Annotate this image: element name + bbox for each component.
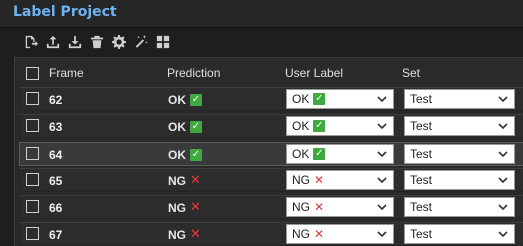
download-icon[interactable] — [66, 33, 84, 51]
user-label-value: NG — [292, 200, 310, 214]
table-row[interactable]: 64 OK ✓ OK ✓ Test — [19, 142, 523, 166]
set-dropdown[interactable]: Test — [404, 170, 515, 190]
row-checkbox[interactable] — [26, 173, 39, 186]
trash-icon[interactable] — [88, 33, 106, 51]
user-label-dropdown[interactable]: NG ✕ — [286, 170, 394, 190]
check-icon: ✓ — [313, 120, 326, 132]
set-dropdown[interactable]: Test — [404, 116, 515, 136]
check-icon: ✓ — [190, 121, 202, 133]
frame-number: 65 — [49, 174, 63, 188]
table-row[interactable]: 66 NG ✕ NG ✕ Test — [19, 195, 523, 219]
x-icon: ✕ — [314, 200, 325, 214]
window-title: Label Project — [13, 4, 117, 20]
prediction-cell: OK ✓ — [168, 120, 202, 134]
chevron-down-icon — [377, 201, 387, 211]
gear-icon[interactable] — [110, 33, 128, 51]
set-value: Test — [410, 92, 433, 106]
prediction-value: OK — [168, 148, 186, 162]
table-row[interactable]: 65 NG ✕ NG ✕ Test — [19, 168, 523, 192]
prediction-value: NG — [168, 201, 186, 215]
frame-number: 62 — [49, 93, 63, 107]
check-icon: ✓ — [313, 148, 326, 160]
row-checkbox[interactable] — [26, 119, 39, 132]
chevron-down-icon — [498, 120, 508, 130]
column-header-prediction: Prediction — [167, 66, 221, 80]
x-icon: ✕ — [314, 173, 325, 187]
prediction-value: OK — [168, 93, 186, 107]
set-value: Test — [410, 200, 433, 214]
row-checkbox[interactable] — [26, 147, 39, 160]
set-dropdown[interactable]: Test — [404, 144, 515, 164]
x-icon: ✕ — [190, 227, 201, 242]
x-icon: ✕ — [190, 173, 201, 188]
prediction-cell: NG ✕ — [168, 201, 201, 215]
export-file-icon[interactable] — [22, 33, 40, 51]
user-label-dropdown[interactable]: OK ✓ — [286, 144, 394, 164]
row-checkbox[interactable] — [26, 200, 39, 213]
user-label-value: OK — [292, 147, 310, 161]
x-icon: ✕ — [314, 227, 325, 241]
column-header-frame: Frame — [49, 66, 84, 80]
chevron-down-icon — [377, 93, 387, 103]
set-value: Test — [410, 147, 433, 161]
chevron-down-icon — [377, 174, 387, 184]
user-label-value: OK — [292, 92, 310, 106]
set-value: Test — [410, 227, 433, 241]
grid-icon[interactable] — [154, 33, 172, 51]
prediction-value: NG — [168, 174, 186, 188]
select-all-checkbox[interactable] — [26, 67, 39, 80]
user-label-dropdown[interactable]: OK ✓ — [286, 89, 394, 109]
user-label-dropdown[interactable]: NG ✕ — [286, 224, 394, 244]
user-label-value: OK — [292, 119, 310, 133]
prediction-cell: NG ✕ — [168, 228, 201, 242]
set-dropdown[interactable]: Test — [404, 224, 515, 244]
frame-number: 67 — [49, 228, 63, 242]
chevron-down-icon — [498, 201, 508, 211]
table-row[interactable]: 62 OK ✓ OK ✓ Test — [19, 87, 523, 111]
check-icon: ✓ — [190, 149, 202, 161]
frame-number: 64 — [49, 148, 63, 162]
label-table: Frame Prediction User Label Set 62 OK ✓ OK ✓… — [14, 57, 523, 246]
set-dropdown[interactable]: Test — [404, 89, 515, 109]
magic-wand-icon[interactable] — [132, 33, 150, 51]
user-label-dropdown[interactable]: NG ✕ — [286, 197, 394, 217]
frame-number: 63 — [49, 120, 63, 134]
chevron-down-icon — [498, 228, 508, 238]
set-dropdown[interactable]: Test — [404, 197, 515, 217]
frame-number: 66 — [49, 201, 63, 215]
set-value: Test — [410, 173, 433, 187]
set-value: Test — [410, 119, 433, 133]
x-icon: ✕ — [190, 200, 201, 215]
chevron-down-icon — [377, 228, 387, 238]
table-row[interactable]: 67 NG ✕ NG ✕ Test — [19, 222, 523, 246]
column-header-user-label: User Label — [285, 66, 344, 80]
check-icon: ✓ — [190, 94, 202, 106]
chevron-down-icon — [498, 148, 508, 158]
prediction-value: NG — [168, 228, 186, 242]
upload-icon[interactable] — [44, 33, 62, 51]
table-header: Frame Prediction User Label Set — [15, 58, 523, 86]
row-checkbox[interactable] — [26, 92, 39, 105]
prediction-value: OK — [168, 120, 186, 134]
prediction-cell: NG ✕ — [168, 174, 201, 188]
check-icon: ✓ — [313, 93, 326, 105]
user-label-value: NG — [292, 173, 310, 187]
title-bar: Label Project — [0, 0, 523, 28]
user-label-dropdown[interactable]: OK ✓ — [286, 116, 394, 136]
chevron-down-icon — [377, 148, 387, 158]
chevron-down-icon — [498, 93, 508, 103]
chevron-down-icon — [377, 120, 387, 130]
toolbar — [14, 31, 523, 53]
column-header-set: Set — [402, 66, 421, 80]
table-row[interactable]: 63 OK ✓ OK ✓ Test — [19, 114, 523, 138]
prediction-cell: OK ✓ — [168, 93, 202, 107]
chevron-down-icon — [498, 174, 508, 184]
user-label-value: NG — [292, 227, 310, 241]
prediction-cell: OK ✓ — [168, 148, 202, 162]
row-checkbox[interactable] — [26, 227, 39, 240]
